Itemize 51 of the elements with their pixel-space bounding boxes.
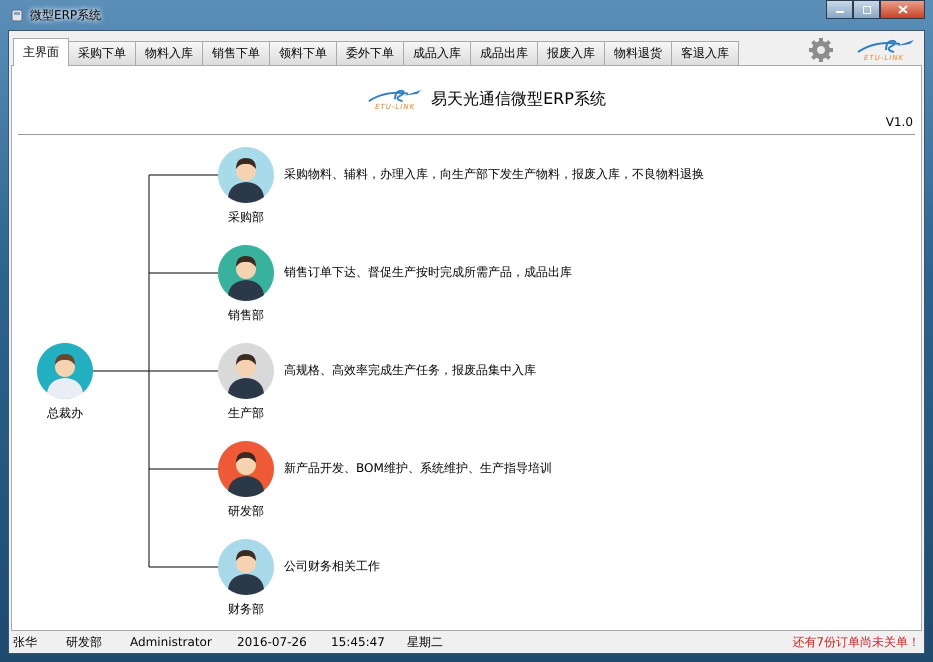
branch-line [148, 370, 218, 372]
tab[interactable]: 成品入库 [403, 41, 471, 65]
branch-line [148, 566, 218, 568]
minimize-button[interactable] [826, 0, 853, 19]
root-connector-line [92, 370, 150, 372]
maximize-button[interactable] [853, 0, 880, 19]
person-avatar-icon [218, 441, 274, 497]
person-avatar-icon [218, 539, 274, 595]
tab[interactable]: 客退入库 [671, 41, 739, 65]
branch-line [148, 174, 218, 176]
app-icon [10, 8, 24, 22]
department-name: 生产部 [228, 405, 264, 422]
department-name: 总裁办 [47, 405, 83, 422]
window-title: 微型ERP系统 [30, 6, 102, 24]
user-role: Administrator [130, 635, 213, 649]
order-alert-text: 还有7份订单尚未关单！ [792, 634, 920, 650]
version-label: V1.0 [886, 115, 913, 129]
department-name: 采购部 [228, 209, 264, 226]
maximize-icon [862, 6, 872, 14]
close-button[interactable] [880, 0, 925, 19]
app-title: 易天光通信微型ERP系统 [431, 89, 606, 110]
status-date: 2016-07-26 [237, 635, 308, 649]
department-name: 销售部 [228, 307, 264, 324]
settings-icon[interactable] [808, 37, 834, 63]
tab[interactable]: 主界面 [13, 38, 69, 66]
tab[interactable]: 物料退货 [604, 41, 672, 65]
department-description: 销售订单下达、督促生产按时完成所需产品，成品出库 [284, 264, 572, 281]
person-avatar-icon [218, 343, 274, 399]
tab[interactable]: 销售下单 [202, 41, 270, 65]
person-avatar-icon [37, 343, 93, 399]
department-description: 采购物料、辅料，办理入库，向生产部下发生产物料，报废入库，不良物料退换 [284, 166, 704, 183]
department-description: 新产品开发、BOM维护、系统维护、生产指导培训 [284, 460, 552, 477]
branch-line [148, 468, 218, 470]
tab[interactable]: 采购下单 [68, 41, 136, 65]
status-time: 15:45:47 [331, 635, 386, 649]
user-department: 研发部 [66, 634, 103, 650]
tab[interactable]: 领料下单 [269, 41, 337, 65]
tab[interactable]: 成品出库 [470, 41, 538, 65]
department-description: 公司财务相关工作 [284, 558, 380, 575]
person-avatar-icon [218, 147, 274, 203]
tab[interactable]: 报废入库 [537, 41, 605, 65]
department-name: 财务部 [228, 601, 264, 618]
branch-line [148, 272, 218, 274]
user-name: 张华 [13, 634, 38, 650]
department-description: 高规格、高效率完成生产任务，报废品集中入库 [284, 362, 536, 379]
tab[interactable]: 物料入库 [135, 41, 203, 65]
status-weekday: 星期二 [407, 634, 443, 650]
department-name: 研发部 [228, 503, 264, 520]
tab[interactable]: 委外下单 [336, 41, 404, 65]
close-icon [898, 5, 908, 14]
person-avatar-icon [218, 245, 274, 301]
